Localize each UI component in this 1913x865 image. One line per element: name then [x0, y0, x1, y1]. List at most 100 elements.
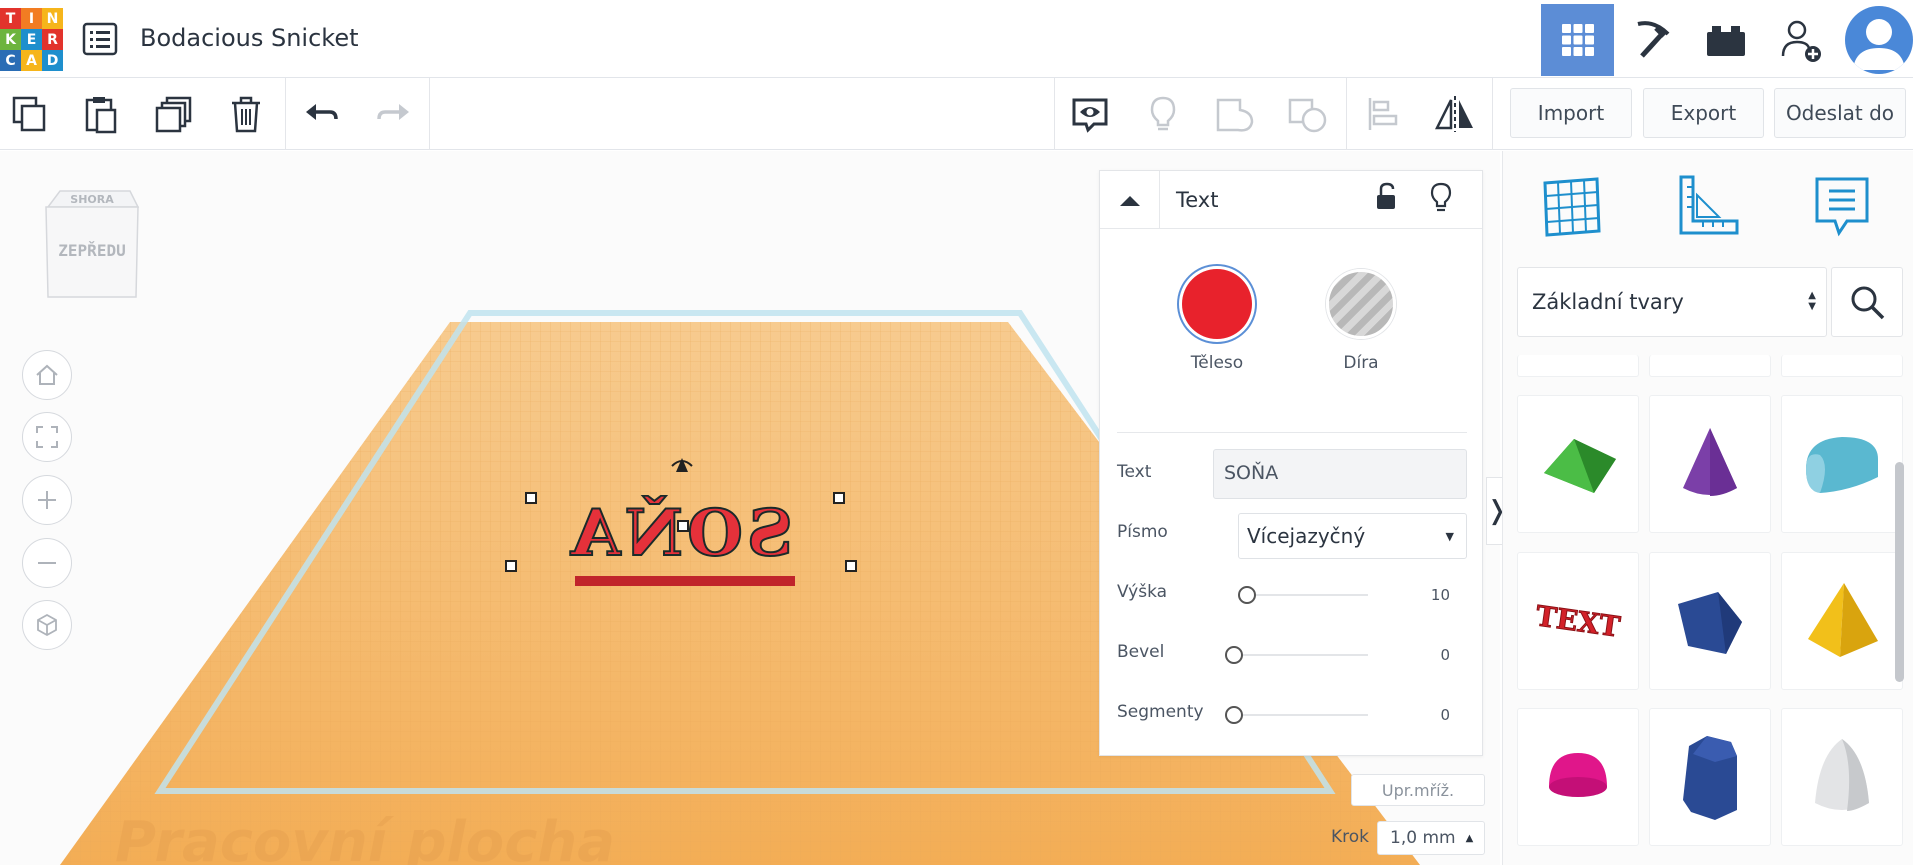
zoom-out-icon[interactable] — [22, 538, 72, 588]
logo-letter: K — [0, 29, 21, 50]
segments-slider-knob[interactable] — [1225, 706, 1243, 724]
resize-handle[interactable] — [505, 560, 517, 572]
fit-view-icon[interactable] — [22, 412, 72, 462]
trash-icon[interactable] — [222, 90, 270, 138]
shape-paraboloid[interactable] — [1781, 708, 1903, 846]
bevel-value[interactable]: 0 — [1420, 646, 1450, 664]
sort-arrows-icon: ▲ ▼ — [1808, 290, 1816, 312]
send-to-button[interactable]: Odeslat do — [1774, 88, 1906, 138]
shape-text[interactable]: TEXT — [1517, 552, 1639, 690]
toolbar-divider — [285, 78, 286, 150]
paste-icon[interactable] — [77, 90, 125, 138]
resize-handle[interactable] — [845, 560, 857, 572]
viewcube-top-label[interactable]: SHORA — [40, 193, 144, 206]
shape-category-select[interactable]: Základní tvary ▲ ▼ — [1517, 267, 1827, 337]
text-prop-input[interactable]: SOŇA — [1213, 449, 1467, 499]
shape-category-value: Základní tvary — [1532, 290, 1684, 314]
snap-grid-select[interactable]: 1,0 mm ▲ — [1377, 821, 1485, 855]
caret-down-icon: ▼ — [1445, 530, 1454, 543]
project-title[interactable]: Bodacious Snicket — [140, 24, 359, 52]
selected-text-object[interactable]: SOŇA — [505, 458, 857, 596]
duplicate-icon[interactable] — [150, 90, 198, 138]
bevel-slider-knob[interactable] — [1225, 646, 1243, 664]
shape-tile-partial[interactable] — [1649, 355, 1771, 377]
resize-handle[interactable] — [525, 492, 537, 504]
collapse-inspector-icon[interactable] — [1100, 171, 1160, 229]
height-slider-knob[interactable] — [1238, 586, 1256, 604]
logo-letter: D — [42, 50, 63, 71]
bricks-icon[interactable] — [1689, 4, 1762, 76]
redo-icon[interactable] — [369, 90, 417, 138]
snap-grid-label: Krok — [1331, 827, 1370, 847]
svg-text:TEXT: TEXT — [1534, 599, 1623, 643]
copy-icon[interactable] — [6, 90, 54, 138]
logo-letter: A — [21, 50, 42, 71]
viewcube-front-label[interactable]: ZEPŘEDU — [40, 241, 144, 260]
edit-toolbar: Import Export Odeslat do — [0, 78, 1913, 150]
home-view-icon[interactable] — [22, 350, 72, 400]
shape-tile-partial[interactable] — [1781, 355, 1903, 377]
caret-up-icon: ▲ — [1465, 832, 1474, 844]
tinkercad-logo[interactable]: T I N K E R C A D — [0, 8, 63, 71]
inspector-title: Text — [1176, 188, 1219, 212]
shape-hemisphere[interactable] — [1517, 708, 1639, 846]
ruler-icon[interactable] — [1675, 173, 1741, 239]
shape-hexagonal-prism[interactable] — [1649, 708, 1771, 846]
ungroup-icon[interactable] — [1284, 90, 1332, 138]
inspector-header: Text — [1100, 171, 1482, 229]
height-slider-track[interactable] — [1248, 594, 1368, 596]
shapes-panel: Základní tvary ▲ ▼ TEXT — [1502, 151, 1913, 865]
undo-icon[interactable] — [298, 90, 346, 138]
snap-grid-value: 1,0 mm — [1390, 828, 1456, 848]
font-prop-label: Písmo — [1117, 522, 1168, 542]
perspective-cube-icon[interactable] — [22, 600, 72, 650]
shape-cone[interactable] — [1649, 395, 1771, 533]
bevel-prop-label: Bevel — [1117, 642, 1165, 662]
toolbar-divider — [429, 78, 430, 150]
lightbulb-icon[interactable] — [1139, 90, 1187, 138]
shape-half-cylinder[interactable] — [1781, 395, 1903, 533]
resize-handle[interactable] — [833, 492, 845, 504]
shape-roof[interactable] — [1517, 395, 1639, 533]
mirror-icon[interactable] — [1431, 90, 1479, 138]
text-object-label: SOŇA — [566, 495, 794, 572]
zoom-in-icon[interactable] — [22, 475, 72, 525]
user-avatar-icon[interactable] — [1845, 6, 1913, 74]
pickaxe-codeblocks-icon[interactable] — [1615, 4, 1688, 76]
shape-pyramid[interactable] — [1781, 552, 1903, 690]
group-icon[interactable] — [1212, 90, 1260, 138]
view-cube[interactable]: SHORA ZEPŘEDU — [40, 185, 140, 300]
search-icon[interactable] — [1831, 267, 1903, 337]
edit-grid-button[interactable]: Upr.mříž. — [1351, 774, 1485, 806]
unlock-icon[interactable] — [1372, 181, 1402, 213]
shape-tile-partial[interactable] — [1517, 355, 1639, 377]
solid-color-swatch[interactable] — [1182, 269, 1252, 339]
font-select[interactable]: Vícejazyčný ▼ — [1238, 513, 1467, 559]
toolbar-divider — [1054, 78, 1055, 150]
bevel-slider-track[interactable] — [1235, 654, 1368, 656]
solid-label[interactable]: Těleso — [1157, 353, 1277, 373]
hint-lightbulb-icon[interactable] — [1426, 181, 1456, 215]
toolbar-divider — [1346, 78, 1347, 150]
export-button[interactable]: Export — [1643, 88, 1764, 138]
notes-visibility-icon[interactable] — [1066, 90, 1114, 138]
hole-label[interactable]: Díra — [1301, 353, 1421, 373]
segments-slider-track[interactable] — [1235, 714, 1368, 716]
align-icon[interactable] — [1360, 90, 1408, 138]
segments-value[interactable]: 0 — [1420, 706, 1450, 724]
resize-handle[interactable] — [677, 520, 689, 532]
notes-icon[interactable] — [1809, 173, 1875, 239]
shapes-panel-scrollbar[interactable] — [1895, 462, 1904, 682]
import-button[interactable]: Import — [1510, 88, 1632, 138]
grid-3d-view-icon[interactable] — [1541, 4, 1614, 76]
shape-inspector: Text Těleso Díra Text SOŇA Písmo Vícejaz… — [1099, 170, 1483, 756]
menu-list-icon[interactable] — [82, 22, 118, 56]
add-user-icon[interactable] — [1764, 4, 1837, 76]
text-prop-label: Text — [1117, 462, 1152, 482]
height-handle-icon[interactable] — [670, 456, 694, 480]
grid-icon[interactable] — [1539, 173, 1605, 239]
workplane-watermark: Pracovní plocha — [115, 810, 615, 865]
height-value[interactable]: 10 — [1420, 586, 1450, 604]
hole-swatch[interactable] — [1326, 269, 1396, 339]
shape-polygon[interactable] — [1649, 552, 1771, 690]
